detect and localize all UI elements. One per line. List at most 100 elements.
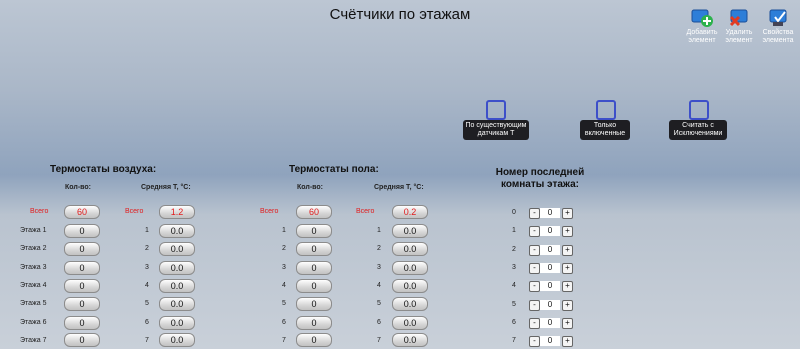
room-stepper[interactable]: - 0 + (529, 281, 573, 292)
decrement-button[interactable]: - (529, 245, 540, 256)
delete-element-button[interactable]: Удалить элемент (717, 8, 761, 45)
floor-avg-header: Средняя Т, °С: (374, 184, 424, 191)
room-stepper-value[interactable]: 0 (540, 336, 560, 346)
decrement-button[interactable]: - (529, 208, 540, 219)
air-avg-value: 0.0 (159, 261, 195, 275)
floor-num: 7 (282, 337, 286, 344)
floor-avg-value: 0.0 (392, 242, 428, 256)
increment-button[interactable]: + (562, 300, 573, 311)
room-stepper-value[interactable]: 0 (540, 318, 560, 328)
decrement-button[interactable]: - (529, 226, 540, 237)
air-count-header: Кол-во: (65, 184, 91, 191)
delete-element-icon (729, 9, 748, 27)
room-floor-num: 5 (512, 301, 516, 308)
air-avg-value: 0.0 (159, 224, 195, 238)
element-properties-label: Свойства элемента (762, 29, 794, 44)
decrement-button[interactable]: - (529, 300, 540, 311)
floor-num: 6 (377, 319, 381, 326)
last-room-heading: Номер последней комнаты этажа: (480, 167, 600, 191)
room-stepper-value[interactable]: 0 (540, 300, 560, 310)
element-properties-button[interactable]: Свойства элемента (756, 8, 800, 45)
delete-element-label: Удалить элемент (725, 29, 753, 44)
air-count-value: 0 (64, 316, 100, 330)
floor-num: 2 (282, 245, 286, 252)
air-floor-num: 7 (145, 337, 149, 344)
floor-count-value: 0 (296, 279, 332, 293)
room-stepper-value[interactable]: 0 (540, 226, 560, 236)
last-room-heading-line1: Номер последней (495, 167, 585, 178)
air-floor-label: Этажа 4 (20, 282, 47, 289)
room-floor-num: 4 (512, 282, 516, 289)
floor-num: 1 (377, 227, 381, 234)
floor-num: 6 (282, 319, 286, 326)
air-total-avg: 1.2 (159, 205, 195, 219)
increment-button[interactable]: + (562, 281, 573, 292)
air-count-value: 0 (64, 333, 100, 347)
floor-num: 2 (377, 245, 381, 252)
decrement-button[interactable]: - (529, 281, 540, 292)
floor-num: 4 (377, 282, 381, 289)
floor-avg-value: 0.0 (392, 279, 428, 293)
room-stepper-value[interactable]: 0 (540, 208, 560, 218)
air-count-value: 0 (64, 279, 100, 293)
room-stepper[interactable]: - 0 + (529, 336, 573, 347)
air-floor-num: 5 (145, 300, 149, 307)
room-floor-num: 0 (512, 209, 516, 216)
air-floor-num: 3 (145, 264, 149, 271)
room-stepper-value[interactable]: 0 (540, 263, 560, 273)
room-stepper[interactable]: - 0 + (529, 208, 573, 219)
room-stepper[interactable]: - 0 + (529, 245, 573, 256)
air-floor-num: 6 (145, 319, 149, 326)
floor-avg-value: 0.0 (392, 297, 428, 311)
floor-num: 7 (377, 337, 381, 344)
increment-button[interactable]: + (562, 208, 573, 219)
air-avg-value: 0.0 (159, 333, 195, 347)
room-stepper[interactable]: - 0 + (529, 318, 573, 329)
only-enabled-checkbox[interactable] (596, 100, 616, 120)
decrement-button[interactable]: - (529, 336, 540, 347)
existing-sensors-label: По существующим датчикам Т (463, 120, 529, 140)
air-floor-num: 1 (145, 227, 149, 234)
air-floor-num: 2 (145, 245, 149, 252)
increment-button[interactable]: + (562, 263, 573, 274)
air-count-value: 0 (64, 242, 100, 256)
floor-thermostats-heading: Термостаты пола: (289, 164, 379, 175)
floor-total-count: 60 (296, 205, 332, 219)
room-floor-num: 7 (512, 337, 516, 344)
air-count-value: 0 (64, 224, 100, 238)
air-total-label: Всего (30, 208, 49, 215)
air-avg-value: 0.0 (159, 316, 195, 330)
floor-count-value: 0 (296, 297, 332, 311)
room-stepper[interactable]: - 0 + (529, 263, 573, 274)
air-floor-label: Этажа 5 (20, 300, 47, 307)
floor-avg-value: 0.0 (392, 261, 428, 275)
with-exceptions-checkbox[interactable] (689, 100, 709, 120)
air-floor-label: Этажа 2 (20, 245, 47, 252)
increment-button[interactable]: + (562, 336, 573, 347)
air-floor-label: Этажа 1 (20, 227, 47, 234)
room-stepper-value[interactable]: 0 (540, 281, 560, 291)
room-floor-num: 2 (512, 246, 516, 253)
decrement-button[interactable]: - (529, 318, 540, 329)
room-floor-num: 1 (512, 227, 516, 234)
air-count-value: 0 (64, 261, 100, 275)
increment-button[interactable]: + (562, 226, 573, 237)
floor-count-header: Кол-во: (297, 184, 323, 191)
room-stepper[interactable]: - 0 + (529, 300, 573, 311)
increment-button[interactable]: + (562, 318, 573, 329)
floor-count-value: 0 (296, 261, 332, 275)
floor-num: 5 (282, 300, 286, 307)
floor-num: 4 (282, 282, 286, 289)
increment-button[interactable]: + (562, 245, 573, 256)
floor-total-label: Всего (260, 208, 279, 215)
room-stepper[interactable]: - 0 + (529, 226, 573, 237)
existing-sensors-checkbox[interactable] (486, 100, 506, 120)
floor-count-value: 0 (296, 316, 332, 330)
room-stepper-value[interactable]: 0 (540, 245, 560, 255)
air-avg-value: 0.0 (159, 242, 195, 256)
decrement-button[interactable]: - (529, 263, 540, 274)
with-exceptions-label: Считать с Исключениями (669, 120, 727, 140)
floor-total-avg-label: Всего (356, 208, 375, 215)
floor-num: 3 (377, 264, 381, 271)
floor-count-value: 0 (296, 242, 332, 256)
